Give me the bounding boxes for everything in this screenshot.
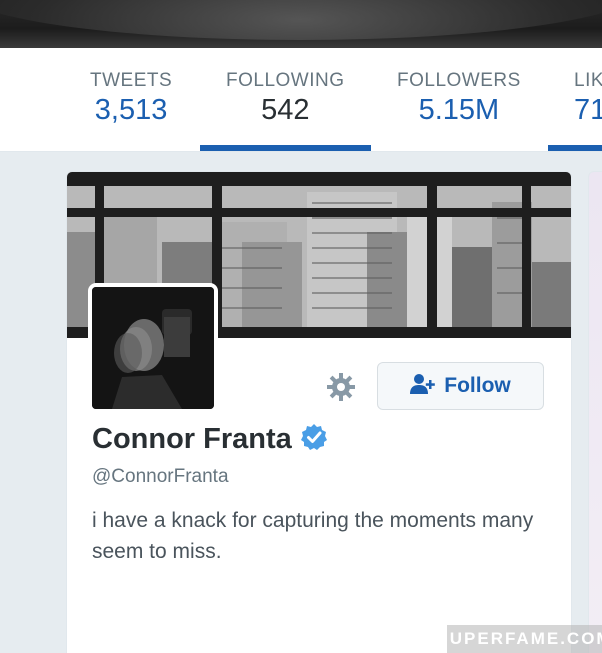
nav-following-count: 542 [261,94,310,126]
profile-handle[interactable]: @ConnorFranta [92,466,229,488]
verified-badge-icon [300,423,328,456]
follow-button[interactable]: Follow [377,362,544,410]
nav-tweets-label: TWEETS [90,70,173,91]
profile-name[interactable]: Connor Franta [92,423,292,456]
next-card-edge [588,171,602,653]
active-tab-indicator [200,145,371,151]
nav-likes-label: LIK [574,70,602,91]
profile-name-row: Connor Franta [92,423,328,456]
watermark: SUPERFAME.COM [436,625,602,653]
nav-likes-count: 71 [574,94,602,126]
profile-photo-image [92,287,214,409]
nav-following[interactable]: FOLLOWING 542 [226,70,345,127]
nav-followers-count: 5.15M [418,94,500,126]
follow-button-label: Follow [444,374,511,397]
nav-followers[interactable]: FOLLOWERS 5.15M [397,70,521,127]
nav-tweets-count: 3,513 [94,94,168,126]
avatar[interactable] [88,283,218,413]
gear-icon[interactable] [326,372,356,402]
profile-nav: TWEETS 3,513 FOLLOWING 542 FOLLOWERS 5.1… [0,48,602,152]
nav-likes[interactable]: LIK 71 [574,70,602,127]
nav-tweets[interactable]: TWEETS 3,513 [90,70,172,127]
profile-bio: i have a knack for capturing the moments… [92,509,534,563]
tab-indicator-partial [548,145,602,151]
nav-followers-label: FOLLOWERS [397,70,521,91]
header-photo [0,0,602,48]
nav-following-label: FOLLOWING [226,70,345,91]
add-user-icon [410,373,436,400]
